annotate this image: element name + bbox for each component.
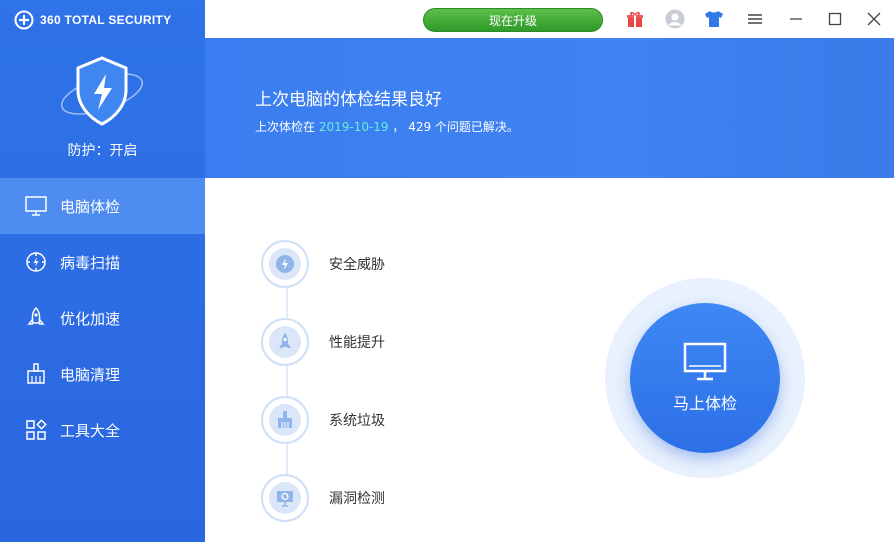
- main-panel: 安全威胁 性能提升 系统垃圾 漏洞检测 马上体检: [205, 178, 894, 542]
- shield-icon: [61, 56, 143, 126]
- sidebar-item-label: 电脑体检: [60, 197, 121, 216]
- broom-icon: [27, 363, 45, 384]
- step-label: 安全威胁: [329, 257, 385, 273]
- step-icon-inner: [269, 482, 301, 514]
- step-icon-circle: [261, 318, 309, 366]
- banner-title: 上次电脑的体检结果良好: [255, 90, 442, 110]
- sidebar-item-optimize[interactable]: 优化加速: [0, 290, 205, 346]
- protection-status: 防护：开启: [67, 143, 138, 159]
- step-junk-files: 系统垃圾: [261, 396, 385, 444]
- brand-name: 360 TOTAL SECURITY: [40, 13, 172, 27]
- monitor-icon: [683, 342, 727, 381]
- check-now-button[interactable]: 马上体检: [630, 303, 780, 453]
- skin-shirt-icon[interactable]: [704, 9, 724, 29]
- sidebar-item-virus-scan[interactable]: 病毒扫描: [0, 234, 205, 290]
- sidebar-item-label: 工具大全: [60, 421, 121, 440]
- title-bar: 现在升级: [205, 0, 894, 38]
- maximize-icon[interactable]: [825, 9, 845, 29]
- subtitle-prefix: 上次体检在: [255, 120, 319, 134]
- step-performance: 性能提升: [261, 318, 385, 366]
- minimize-icon[interactable]: [786, 9, 806, 29]
- sidebar-nav: 电脑体检 病毒扫描 优化加速 电脑清理 工具大全: [0, 178, 205, 458]
- rocket-icon: [27, 306, 45, 325]
- sidebar-item-toolbox[interactable]: 工具大全: [0, 402, 205, 458]
- timeline-connector: [286, 264, 288, 496]
- step-label: 漏洞检测: [329, 491, 385, 507]
- step-icon-circle: [261, 396, 309, 444]
- sidebar-item-label: 病毒扫描: [60, 253, 121, 272]
- subtitle-suffix: ， 429 个问题已解决。: [388, 120, 519, 134]
- sidebar-item-label: 电脑清理: [60, 365, 121, 384]
- broom-icon: [278, 411, 292, 428]
- sidebar-item-cleanup[interactable]: 电脑清理: [0, 346, 205, 402]
- step-security-threat: 安全威胁: [261, 240, 385, 288]
- step-vulnerability: 漏洞检测: [261, 474, 385, 522]
- step-icon-circle: [261, 240, 309, 288]
- step-label: 系统垃圾: [329, 413, 385, 429]
- rocket-icon: [279, 333, 291, 348]
- close-icon[interactable]: [864, 9, 884, 29]
- monitor-icon: [25, 196, 47, 216]
- app-window: 360 TOTAL SECURITY 防护：开启 电脑体检 病毒扫描 优化加速: [0, 0, 894, 542]
- sidebar: 360 TOTAL SECURITY 防护：开启 电脑体检 病毒扫描 优化加速: [0, 0, 205, 542]
- status-banner: 上次电脑的体检结果良好 上次体检在 2019-10-19 ， 429 个问题已解…: [205, 38, 894, 178]
- gift-icon[interactable]: [625, 9, 645, 29]
- avatar-icon[interactable]: [665, 9, 685, 29]
- step-icon-circle: [261, 474, 309, 522]
- step-label: 性能提升: [329, 335, 385, 351]
- brand-logo-icon: [14, 10, 34, 30]
- check-now-label: 马上体检: [672, 394, 737, 413]
- sidebar-item-pc-check[interactable]: 电脑体检: [0, 178, 205, 234]
- last-check-date: 2019-10-19: [318, 120, 389, 134]
- banner-subtitle: 上次体检在 2019-10-19 ， 429 个问题已解决。: [255, 118, 519, 135]
- virus-scan-icon: [26, 252, 46, 272]
- toolbox-icon: [26, 419, 47, 440]
- upgrade-button[interactable]: 现在升级: [423, 8, 603, 32]
- menu-icon[interactable]: [745, 9, 765, 29]
- step-icon-inner: [269, 326, 301, 358]
- security-threat-icon: [276, 255, 294, 273]
- sidebar-item-label: 优化加速: [60, 309, 121, 328]
- vulnerability-icon: [277, 491, 293, 507]
- step-icon-inner: [269, 248, 301, 280]
- brand: 360 TOTAL SECURITY: [14, 8, 171, 32]
- step-icon-inner: [269, 404, 301, 436]
